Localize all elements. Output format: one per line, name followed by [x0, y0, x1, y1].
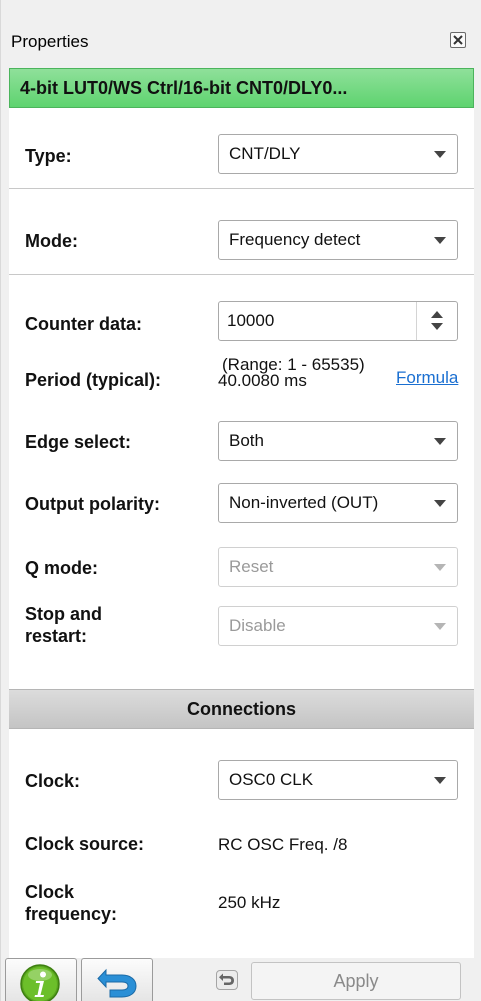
- panel-titlebar: Properties: [1, 22, 481, 68]
- mode-select[interactable]: Frequency detect: [218, 220, 458, 260]
- info-icon: [20, 964, 60, 1001]
- mode-label: Mode:: [25, 231, 78, 251]
- q-mode-label: Q mode:: [25, 558, 99, 578]
- divider: [9, 188, 474, 189]
- chevron-down-icon: [434, 500, 446, 507]
- close-button[interactable]: [450, 32, 466, 48]
- period-value: 40.0080 ms: [218, 371, 307, 390]
- output-polarity-label: Output polarity:: [25, 494, 160, 514]
- type-select[interactable]: CNT/DLY: [218, 134, 458, 174]
- undo-button[interactable]: [81, 958, 153, 1001]
- q-mode-select: Reset: [218, 547, 458, 587]
- period-label: Period (typical):: [25, 370, 162, 390]
- properties-panel: Properties 4-bit LUT0/WS Ctrl/16-bit CNT…: [0, 0, 481, 1001]
- clock-select-value: OSC0 CLK: [229, 770, 314, 789]
- chevron-down-icon: [434, 564, 446, 571]
- divider: [9, 274, 474, 275]
- chevron-up-icon[interactable]: [431, 311, 443, 318]
- edge-select[interactable]: Both: [218, 421, 458, 461]
- revert-button[interactable]: [216, 970, 238, 990]
- clock-frequency-label-line2: frequency:: [25, 904, 118, 924]
- type-select-value: CNT/DLY: [229, 144, 301, 163]
- counter-data-input[interactable]: [227, 310, 407, 332]
- chevron-down-icon[interactable]: [431, 323, 443, 330]
- stepper-buttons[interactable]: [416, 302, 457, 340]
- chevron-down-icon: [434, 438, 446, 445]
- undo-icon: [219, 973, 234, 985]
- panel-title: Properties: [11, 32, 89, 51]
- stop-restart-label-line1: Stop and: [25, 604, 102, 624]
- block-title: 4-bit LUT0/WS Ctrl/16-bit CNT0/DLY0...: [9, 68, 474, 108]
- clock-source-label: Clock source:: [25, 834, 145, 854]
- output-polarity-value: Non-inverted (OUT): [229, 493, 379, 512]
- stop-restart-value: Disable: [229, 616, 286, 635]
- type-label: Type:: [25, 146, 72, 166]
- q-mode-value: Reset: [229, 557, 274, 576]
- output-polarity-select[interactable]: Non-inverted (OUT): [218, 483, 458, 523]
- clock-label: Clock:: [25, 771, 81, 791]
- edge-select-value: Both: [229, 431, 264, 450]
- chevron-down-icon: [434, 777, 446, 784]
- edge-select-label: Edge select:: [25, 432, 132, 452]
- counter-data-label: Counter data:: [25, 314, 142, 334]
- stop-restart-label-line2: restart:: [25, 626, 88, 646]
- formula-link[interactable]: Formula: [396, 368, 458, 388]
- connections-header: Connections: [9, 689, 474, 729]
- apply-button[interactable]: Apply: [251, 962, 461, 1000]
- chevron-down-icon: [434, 237, 446, 244]
- stop-restart-select: Disable: [218, 606, 458, 646]
- undo-icon: [97, 968, 137, 998]
- mode-select-value: Frequency detect: [229, 230, 361, 249]
- counter-data-stepper[interactable]: [218, 301, 458, 341]
- clock-source-value: RC OSC Freq. /8: [218, 835, 348, 854]
- panel-footer: Apply: [1, 958, 481, 1001]
- chevron-down-icon: [434, 623, 446, 630]
- close-icon: [453, 35, 463, 45]
- clock-select[interactable]: OSC0 CLK: [218, 760, 458, 800]
- chevron-down-icon: [434, 151, 446, 158]
- clock-frequency-value: 250 kHz: [218, 893, 281, 912]
- properties-content: Type: CNT/DLY Mode: Frequency detect Cou…: [9, 108, 474, 1001]
- clock-frequency-label-line1: Clock: [25, 882, 75, 902]
- info-button[interactable]: [5, 958, 77, 1001]
